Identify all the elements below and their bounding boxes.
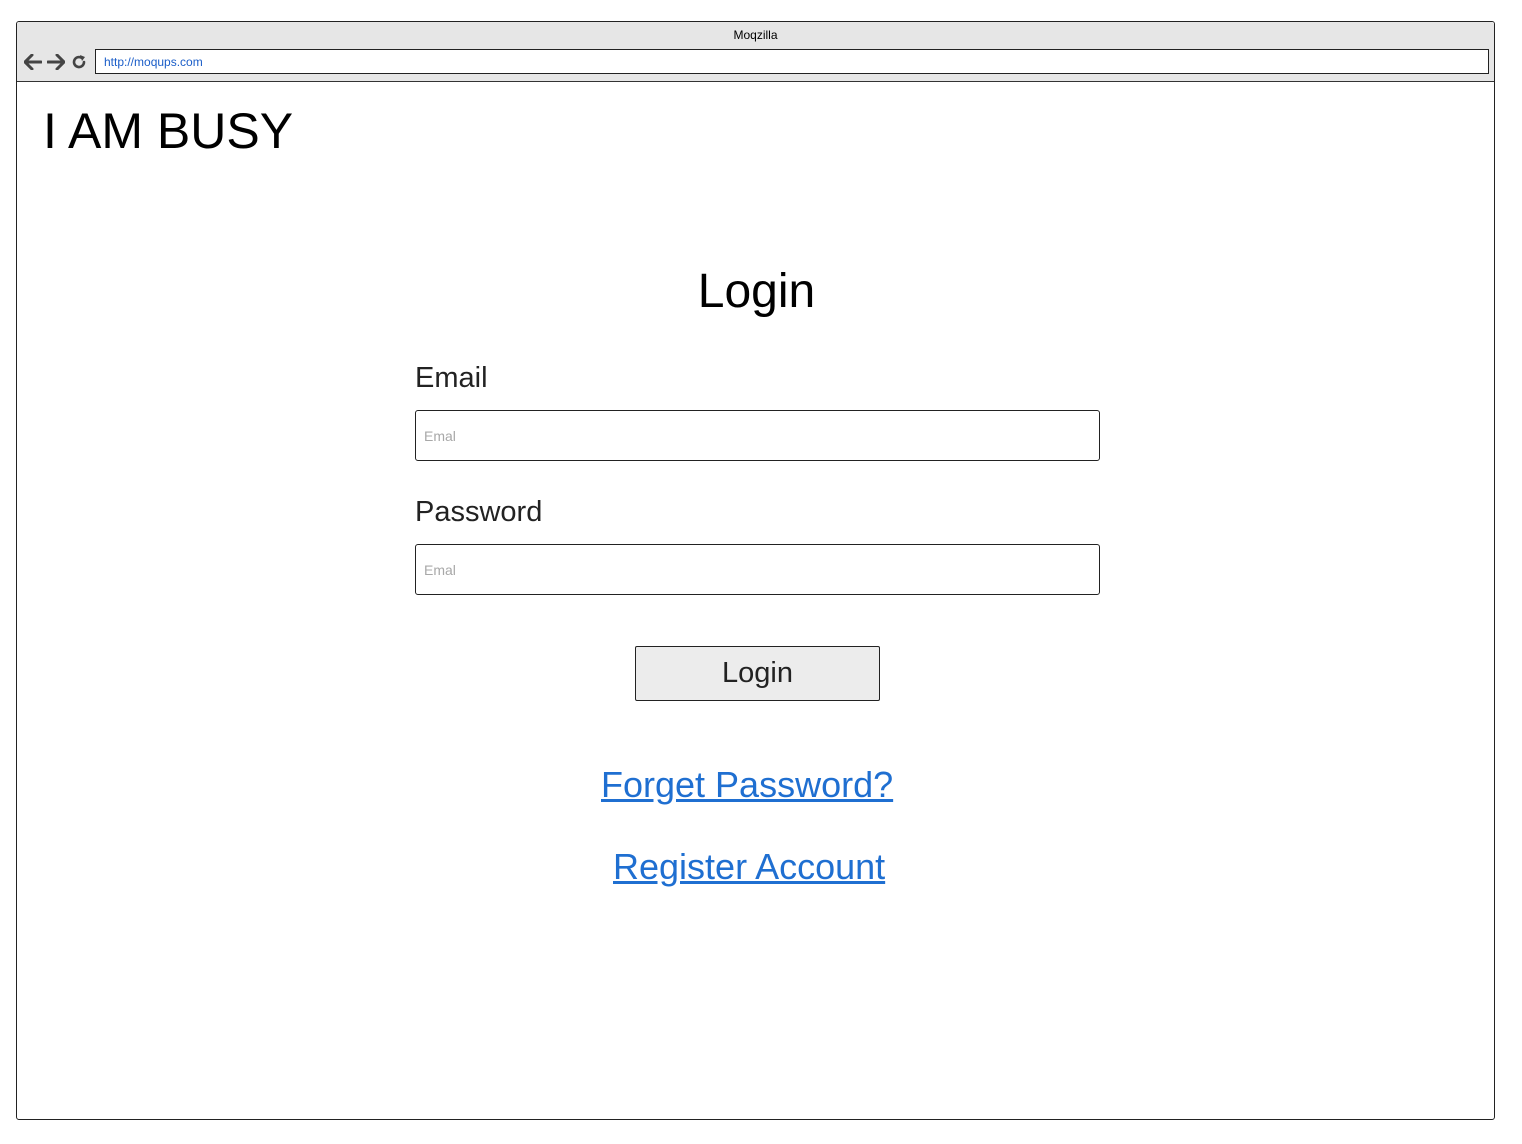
register-account-link[interactable]: Register Account [613, 846, 885, 888]
password-label: Password [415, 496, 543, 528]
window-title: Moqzilla [733, 28, 778, 42]
back-button[interactable] [23, 52, 43, 72]
password-field[interactable] [415, 544, 1100, 595]
url-bar[interactable] [95, 49, 1489, 74]
email-label: Email [415, 362, 488, 394]
arrow-left-icon [24, 54, 42, 70]
forward-button[interactable] [46, 52, 66, 72]
arrow-right-icon [47, 54, 65, 70]
brand-title: I AM BUSY [43, 103, 294, 159]
reload-button[interactable] [69, 52, 89, 72]
login-button[interactable]: Login [635, 646, 880, 701]
page-content: I AM BUSY Login Email Password Login For… [17, 82, 1494, 1119]
forgot-password-link[interactable]: Forget Password? [601, 764, 893, 806]
login-heading: Login [697, 265, 816, 318]
email-field[interactable] [415, 410, 1100, 461]
browser-chrome: Moqzilla [17, 22, 1494, 82]
reload-icon [72, 55, 86, 69]
browser-window: Moqzilla I AM BUSY Login Email Password … [16, 21, 1495, 1120]
